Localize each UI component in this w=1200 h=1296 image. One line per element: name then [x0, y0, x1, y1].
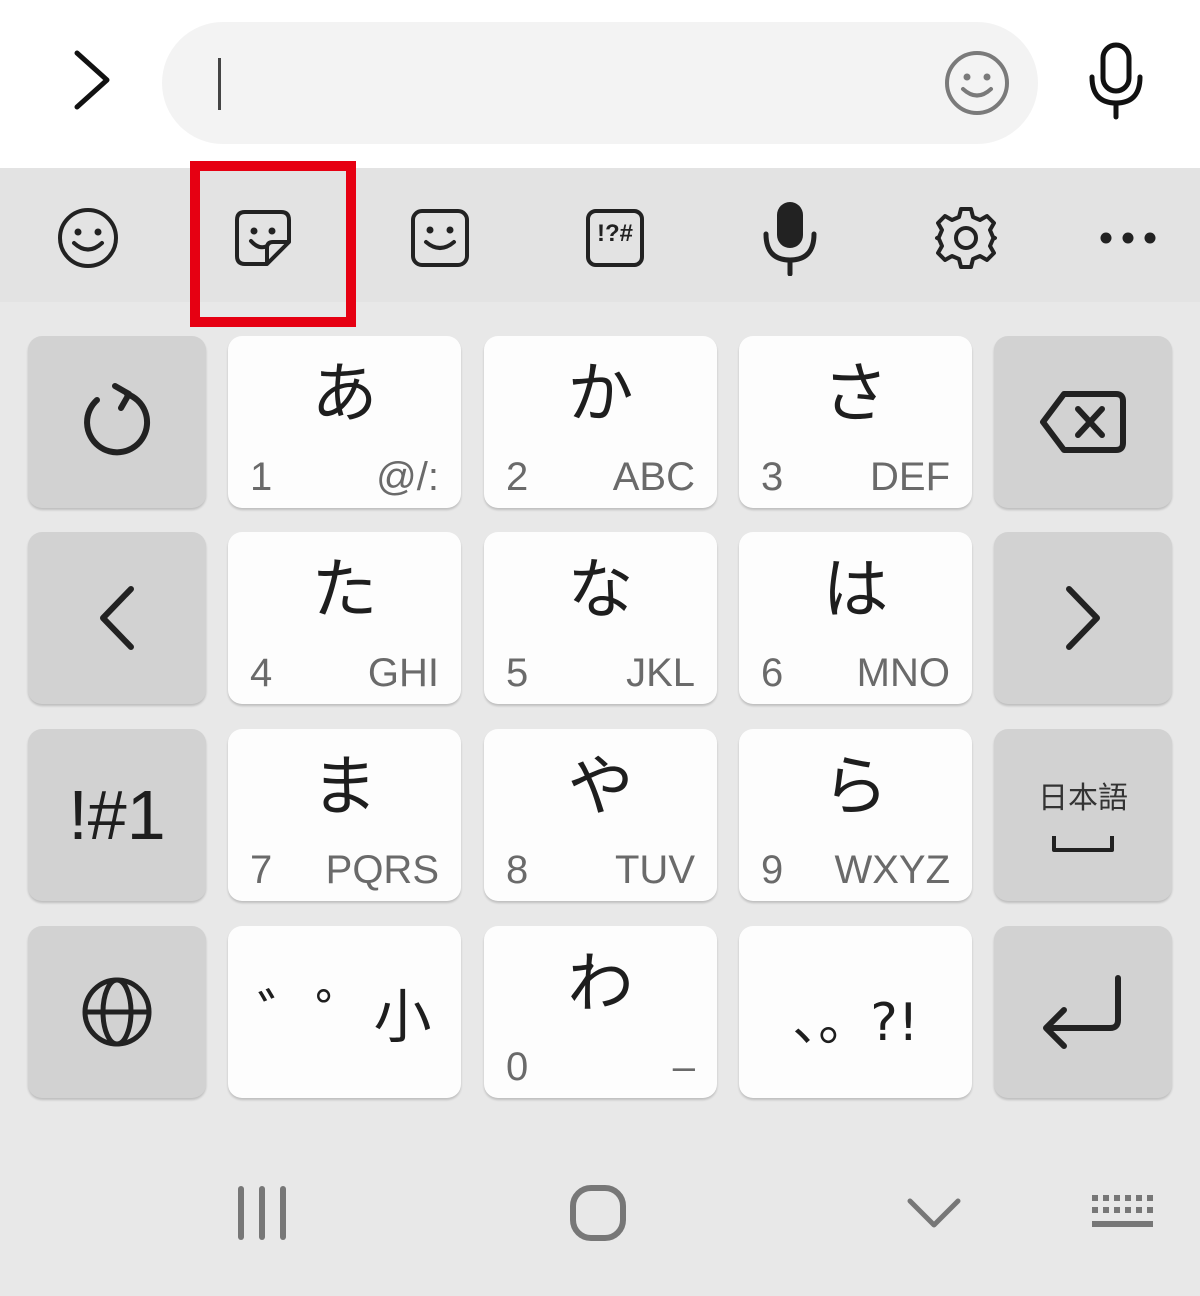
bitmoji-icon: [411, 209, 469, 267]
hide-keyboard-icon: [907, 1198, 961, 1228]
language-label: 日本語: [1038, 781, 1128, 816]
symbol-mode-label: !#1: [68, 776, 166, 854]
enter-key[interactable]: [994, 926, 1172, 1098]
voice-input-icon: [763, 202, 817, 276]
voice-input-button[interactable]: [750, 198, 830, 278]
microphone-icon: [1089, 42, 1143, 120]
chevron-right-icon: [74, 50, 110, 110]
voice-message-button[interactable]: [1076, 36, 1156, 126]
key-na-main: な: [567, 551, 634, 628]
key-ka-main: か: [567, 355, 634, 432]
key-ma-sub: PQRS: [325, 848, 439, 892]
key-ya[interactable]: や 8 TUV: [484, 729, 717, 901]
keyboard-switch-icon: [1092, 1195, 1153, 1227]
home-button[interactable]: [548, 1178, 648, 1248]
key-a-num: 1: [250, 455, 273, 499]
home-icon: [570, 1185, 626, 1241]
settings-icon: [935, 207, 997, 269]
keyboard: !?# あ 1 @/: か 2 ABC さ 3 DEF た 4 GHI な 5 …: [0, 161, 1200, 1296]
key-ha-num: 6: [761, 651, 784, 695]
undo-key[interactable]: [28, 336, 206, 508]
key-sa-main: さ: [822, 355, 889, 432]
keyboard-switch-button[interactable]: [1072, 1178, 1172, 1248]
key-ha-main: は: [822, 551, 889, 628]
keyboard-toolbar: !?#: [0, 161, 1200, 327]
key-ka-num: 2: [506, 455, 529, 499]
sticker-icon: [235, 210, 291, 266]
key-ka-sub: ABC: [612, 455, 695, 499]
settings-button[interactable]: [926, 198, 1006, 278]
smiley-icon: [945, 51, 1009, 115]
key-ma-main: ま: [311, 748, 378, 825]
more-icon: [1100, 232, 1156, 244]
enter-icon: [1043, 975, 1121, 1049]
dakuten-key[interactable]: ゛゜小: [228, 926, 461, 1098]
key-ma-num: 7: [250, 848, 273, 892]
space-language-key[interactable]: 日本語: [994, 729, 1172, 901]
key-ya-main: や: [567, 748, 634, 825]
recents-button[interactable]: [212, 1178, 312, 1248]
emoji-icon: [58, 208, 118, 268]
key-na[interactable]: な 5 JKL: [484, 532, 717, 704]
dakuten-label: ゛゜小: [257, 983, 432, 1051]
key-ra-sub: WXYZ: [834, 848, 950, 892]
symbols-button[interactable]: !?#: [575, 198, 655, 278]
recents-icon: [238, 1186, 286, 1240]
key-wa[interactable]: わ 0 –: [484, 926, 717, 1098]
key-wa-sub: –: [672, 1045, 695, 1089]
input-emoji-button[interactable]: [942, 48, 1012, 118]
key-ta[interactable]: た 4 GHI: [228, 532, 461, 704]
key-a-main: あ: [311, 355, 378, 432]
undo-icon: [84, 383, 151, 456]
key-ta-sub: GHI: [367, 651, 439, 695]
hide-keyboard-button[interactable]: [884, 1178, 984, 1248]
key-ma[interactable]: ま 7 PQRS: [228, 729, 461, 901]
chevron-right-icon: [1066, 586, 1100, 650]
key-ya-sub: TUV: [615, 848, 695, 892]
key-ya-num: 8: [506, 848, 529, 892]
backspace-key[interactable]: [994, 336, 1172, 508]
symbols-label: !?#: [597, 220, 633, 247]
key-ta-main: た: [311, 551, 378, 628]
key-sa[interactable]: さ 3 DEF: [739, 336, 972, 508]
message-input[interactable]: [162, 22, 1038, 144]
sticker-button[interactable]: [223, 198, 303, 278]
globe-icon: [82, 977, 152, 1047]
key-ra-main: ら: [822, 748, 889, 825]
symbol-mode-key[interactable]: !#1: [28, 729, 206, 901]
key-ha[interactable]: は 6 MNO: [739, 532, 972, 704]
more-button[interactable]: [1088, 198, 1168, 278]
key-ha-sub: MNO: [856, 651, 950, 695]
language-switch-key[interactable]: [28, 926, 206, 1098]
cursor-right-key[interactable]: [994, 532, 1172, 704]
key-na-sub: JKL: [626, 651, 695, 695]
navigation-bar: [0, 1130, 1200, 1296]
key-sa-num: 3: [761, 455, 784, 499]
backspace-icon: [1040, 391, 1126, 453]
key-ka[interactable]: か 2 ABC: [484, 336, 717, 508]
key-ra-num: 9: [761, 848, 784, 892]
expand-button[interactable]: [52, 40, 128, 120]
key-a[interactable]: あ 1 @/:: [228, 336, 461, 508]
message-input-bar: [0, 0, 1200, 168]
cursor-left-key[interactable]: [28, 532, 206, 704]
punctuation-label: 、。?!: [792, 992, 919, 1053]
key-sa-sub: DEF: [870, 455, 950, 499]
key-na-num: 5: [506, 651, 529, 695]
punctuation-key[interactable]: 、。?!: [739, 926, 972, 1098]
text-cursor: [218, 58, 221, 110]
key-wa-num: 0: [506, 1045, 529, 1089]
space-bar-icon: [1052, 836, 1114, 852]
key-wa-main: わ: [567, 945, 634, 1022]
bitmoji-button[interactable]: [400, 198, 480, 278]
chevron-left-icon: [100, 586, 134, 650]
key-ra[interactable]: ら 9 WXYZ: [739, 729, 972, 901]
emoji-button[interactable]: [48, 198, 128, 278]
key-a-sub: @/:: [376, 455, 439, 499]
key-ta-num: 4: [250, 651, 273, 695]
